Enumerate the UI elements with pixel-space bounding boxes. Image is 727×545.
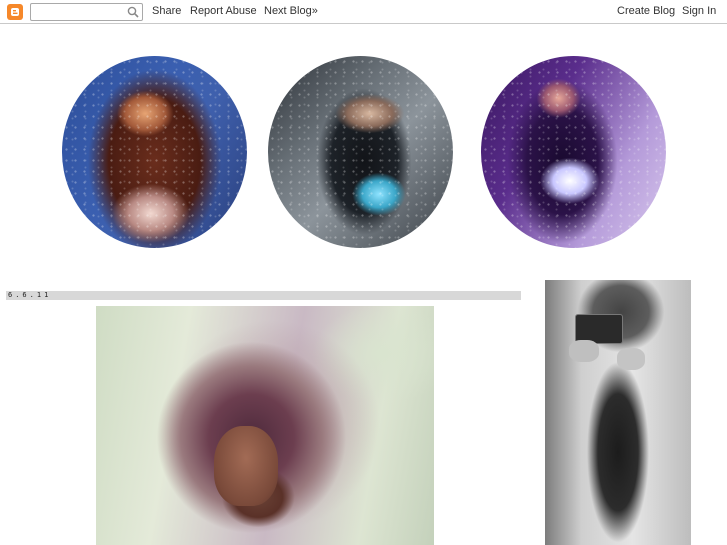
header-photo-1[interactable]: [62, 56, 247, 248]
report-abuse-link[interactable]: Report Abuse: [190, 5, 257, 17]
header-photo-2[interactable]: [268, 56, 453, 248]
sparkle-overlay: [268, 56, 453, 248]
post-date-header: 6.6.11: [6, 291, 521, 300]
sign-in-link[interactable]: Sign In: [682, 5, 716, 17]
blogger-icon[interactable]: [7, 4, 23, 20]
search-input[interactable]: [30, 3, 143, 21]
next-blog-link[interactable]: Next Blog»: [264, 5, 318, 17]
create-blog-link[interactable]: Create Blog: [617, 5, 675, 17]
post-photo-face: [214, 426, 278, 506]
sparkle-overlay: [62, 56, 247, 248]
hand-shape: [617, 348, 645, 370]
sparkle-overlay: [481, 56, 666, 248]
navbar: Share Report Abuse Next Blog» Create Blo…: [0, 0, 727, 24]
search-icon[interactable]: [127, 6, 139, 18]
post-photo[interactable]: [96, 306, 434, 545]
share-link[interactable]: Share: [152, 5, 181, 17]
post-date: 6.6.11: [8, 291, 52, 299]
header-photo-3[interactable]: [481, 56, 666, 248]
sidebar-photo[interactable]: [545, 280, 691, 545]
hand-shape: [569, 340, 599, 362]
